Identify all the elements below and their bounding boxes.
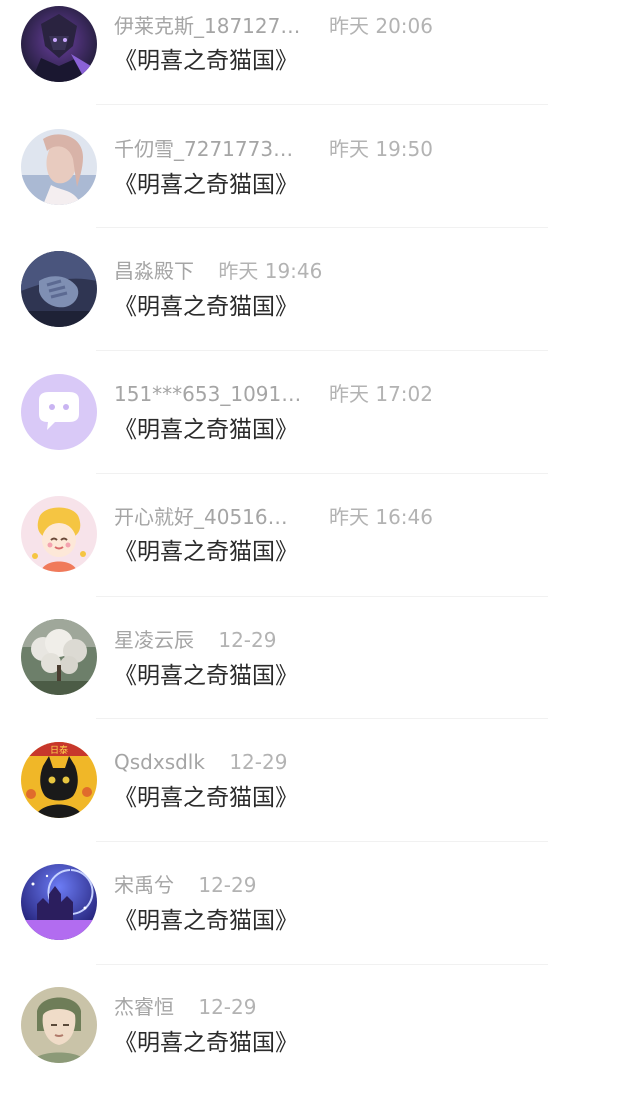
book-title[interactable]: 《明喜之奇猫国》 — [114, 781, 298, 815]
divider — [96, 227, 548, 228]
girl-pale-portrait-avatar-icon — [21, 129, 97, 205]
anime-character-avatar-icon — [21, 987, 97, 1063]
username[interactable]: 开心就好_40516… — [114, 502, 288, 532]
username[interactable]: 千仞雪_7271773… — [114, 134, 293, 164]
avatar[interactable] — [21, 374, 97, 450]
comment-meta: Qsdxsdlk 12-29 — [114, 747, 554, 777]
book-title[interactable]: 《明喜之奇猫国》 — [114, 904, 298, 938]
avatar[interactable] — [21, 864, 97, 940]
book-title[interactable]: 《明喜之奇猫国》 — [114, 413, 298, 447]
comment-meta: 151***653_1091… 昨天 17:02 — [114, 379, 554, 409]
divider — [96, 596, 548, 597]
list-item[interactable]: 伊莱克斯_187127… 昨天 20:06 《明喜之奇猫国》 — [0, 0, 640, 122]
avatar[interactable] — [21, 129, 97, 205]
dark-armor-character-avatar-icon — [21, 6, 97, 82]
divider — [96, 718, 548, 719]
book-title[interactable]: 《明喜之奇猫国》 — [114, 44, 298, 78]
avatar[interactable] — [21, 6, 97, 82]
timestamp: 12-29 — [198, 873, 257, 897]
username[interactable]: 伊莱克斯_187127… — [114, 11, 300, 41]
divider — [96, 964, 548, 965]
avatar[interactable]: 日泰 — [21, 742, 97, 818]
divider — [96, 473, 548, 474]
book-title[interactable]: 《明喜之奇猫国》 — [114, 168, 298, 202]
username[interactable]: 151***653_1091… — [114, 379, 301, 409]
svg-text:日泰: 日泰 — [50, 744, 68, 756]
timestamp: 昨天 19:50 — [329, 137, 433, 161]
comment-meta: 伊莱克斯_187127… 昨天 20:06 — [114, 11, 554, 41]
timestamp: 12-29 — [229, 750, 288, 774]
avatar[interactable] — [21, 987, 97, 1063]
divider — [96, 350, 548, 351]
book-title[interactable]: 《明喜之奇猫国》 — [114, 535, 298, 569]
list-item[interactable]: 151***653_1091… 昨天 17:02 《明喜之奇猫国》 — [0, 369, 640, 491]
book-title[interactable]: 《明喜之奇猫国》 — [114, 1026, 298, 1060]
timestamp: 昨天 20:06 — [329, 14, 433, 38]
default-chat-bubble-avatar-icon — [21, 374, 97, 450]
list-item[interactable]: 日泰 Qsdxsdlk 12-29 《明喜之奇猫国》 — [0, 738, 640, 860]
dark-blue-hand-avatar-icon — [21, 251, 97, 327]
divider — [96, 841, 548, 842]
list-item[interactable]: 杰睿恒 12-29 《明喜之奇猫国》 — [0, 984, 640, 1106]
list-item[interactable]: 星凌云辰 12-29 《明喜之奇猫国》 — [0, 615, 640, 737]
divider — [96, 104, 548, 105]
timestamp: 昨天 17:02 — [329, 382, 433, 406]
username[interactable]: Qsdxsdlk — [114, 747, 205, 777]
timestamp: 12-29 — [218, 628, 277, 652]
comment-meta: 宋禹兮 12-29 — [114, 870, 554, 900]
comment-meta: 星凌云辰 12-29 — [114, 625, 554, 655]
anime-chick-girl-avatar-icon — [21, 496, 97, 572]
comment-meta: 杰睿恒 12-29 — [114, 992, 554, 1022]
comment-meta: 开心就好_40516… 昨天 16:46 — [114, 502, 554, 532]
list-item[interactable]: 昌淼殿下 昨天 19:46 《明喜之奇猫国》 — [0, 246, 640, 368]
avatar[interactable] — [21, 496, 97, 572]
list-item[interactable]: 开心就好_40516… 昨天 16:46 《明喜之奇猫国》 — [0, 492, 640, 614]
username[interactable]: 宋禹兮 — [114, 870, 174, 900]
avatar[interactable] — [21, 619, 97, 695]
timestamp: 12-29 — [198, 995, 257, 1019]
book-title[interactable]: 《明喜之奇猫国》 — [114, 290, 298, 324]
comment-meta: 昌淼殿下 昨天 19:46 — [114, 256, 554, 286]
purple-night-castle-avatar-icon — [21, 864, 97, 940]
book-title[interactable]: 《明喜之奇猫国》 — [114, 659, 298, 693]
list-item[interactable]: 宋禹兮 12-29 《明喜之奇猫国》 — [0, 861, 640, 983]
timestamp: 昨天 16:46 — [329, 505, 433, 529]
black-cat-avatar-icon: 日泰 — [21, 742, 97, 818]
avatar[interactable] — [21, 251, 97, 327]
timestamp: 昨天 19:46 — [218, 259, 323, 283]
list-item[interactable]: 千仞雪_7271773… 昨天 19:50 《明喜之奇猫国》 — [0, 123, 640, 245]
comment-meta: 千仞雪_7271773… 昨天 19:50 — [114, 134, 554, 164]
username[interactable]: 昌淼殿下 — [114, 256, 194, 286]
blossom-tree-avatar-icon — [21, 619, 97, 695]
username[interactable]: 星凌云辰 — [114, 625, 194, 655]
username[interactable]: 杰睿恒 — [114, 992, 174, 1022]
